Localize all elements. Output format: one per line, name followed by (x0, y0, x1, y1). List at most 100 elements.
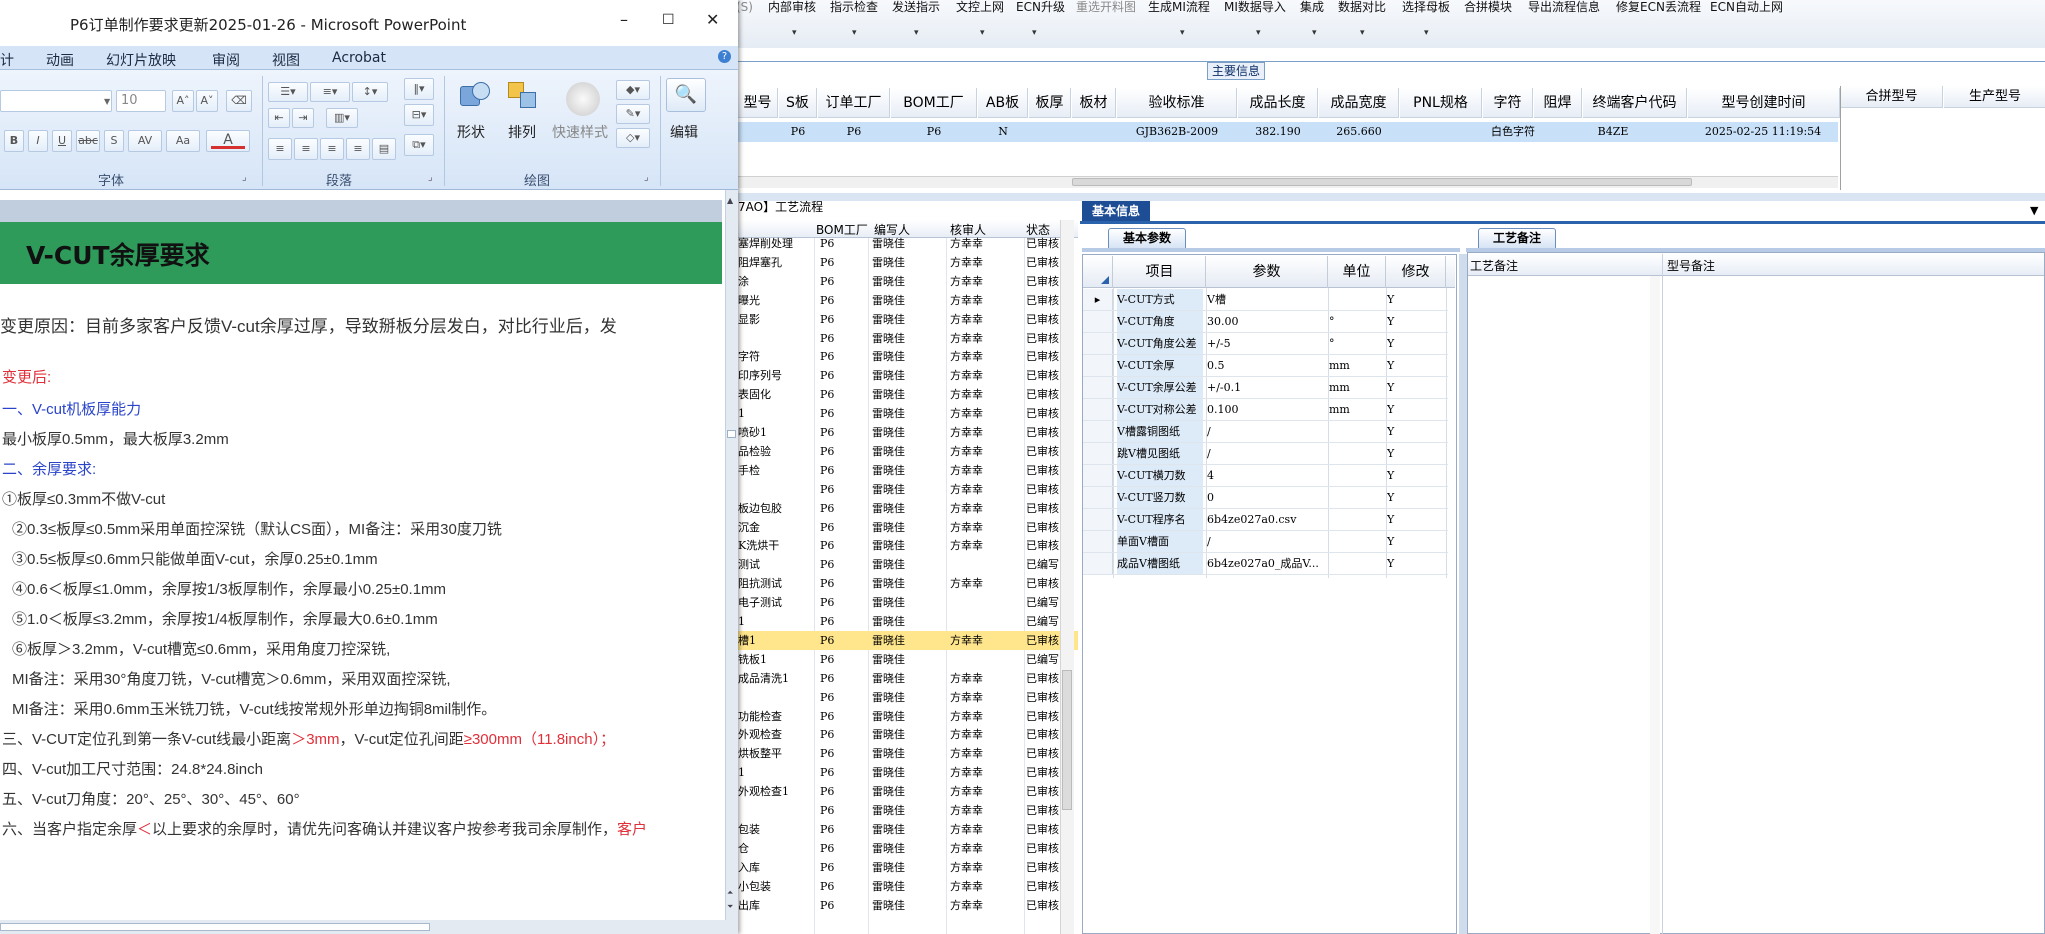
params-row[interactable]: 成品V槽图纸 6b4ze027a0_成品V... Y (1083, 553, 1448, 575)
toolbar-item-7[interactable]: 生成MI流程 (1148, 0, 1210, 15)
columns-icon[interactable]: ▥▾ (326, 108, 358, 128)
param-value[interactable]: +/-0.1 (1207, 377, 1325, 398)
flow-row[interactable]: 电子测试 P6 雷晓佳 已编写 (738, 593, 1078, 612)
shrink-font-icon[interactable]: A˅ (196, 90, 218, 112)
horizontal-splitter[interactable] (738, 193, 2045, 201)
flow-row[interactable]: 品检验 P6 雷晓佳 方幸幸 已审核 (738, 442, 1078, 461)
strikethrough-icon[interactable]: abc (76, 130, 100, 152)
flow-row[interactable]: 功能检查 P6 雷晓佳 方幸幸 已审核 (738, 707, 1078, 726)
minimize-icon[interactable]: – (620, 10, 628, 29)
param-value[interactable]: 0.5 (1207, 355, 1325, 376)
flow-row[interactable]: 包装 P6 雷晓佳 方幸幸 已审核 (738, 820, 1078, 839)
align-right-icon[interactable]: ≡ (320, 138, 344, 160)
text-direction-icon[interactable]: ‖▾ (404, 78, 434, 100)
process-flow-tab[interactable]: 7AO】工艺流程 (738, 198, 858, 218)
ppt-hscroll-thumb[interactable] (0, 923, 430, 931)
slide-line-9[interactable]: ⑤1.0＜板厚≤3.2mm，余厚按1/4板厚制作，余厚最大0.6±0.1mm (12, 608, 438, 629)
toolbar-item-2[interactable]: 指示检查 (830, 0, 878, 15)
param-value[interactable]: 0.100 (1207, 399, 1325, 420)
flow-row[interactable]: P6 雷晓佳 方幸幸 已审核 (738, 688, 1078, 707)
header-row-cell[interactable]: P6 (779, 123, 817, 141)
flow-row[interactable]: 小包装 P6 雷晓佳 方幸幸 已审核 (738, 877, 1078, 896)
flow-row[interactable]: 阻焊塞孔 P6 雷晓佳 方幸幸 已审核 (738, 253, 1078, 272)
next-slide-icon[interactable]: ⏷ (727, 902, 733, 912)
paragraph-dialog-launcher-icon[interactable]: ⌟ (428, 172, 433, 183)
params-row[interactable]: V-CUT余厚 0.5 mm Y (1083, 355, 1448, 377)
header-col-5[interactable]: 板厚 (1029, 88, 1071, 118)
flow-row[interactable]: 铣板1 P6 雷晓佳 已编写 (738, 650, 1078, 669)
flow-row[interactable]: 1 P6 雷晓佳 已编写 (738, 612, 1078, 631)
flow-row[interactable]: 印序列号 P6 雷晓佳 方幸幸 已审核 (738, 366, 1078, 385)
flow-row[interactable]: 1 P6 雷晓佳 方幸幸 已审核 (738, 763, 1078, 782)
header-col-6[interactable]: 板材 (1072, 88, 1116, 118)
param-value[interactable]: 4 (1207, 465, 1325, 486)
slide-line-6[interactable]: ②0.3≤板厚≤0.5mm采用单面控深铣（默认CS面），MI备注：采用30度刀铣 (12, 518, 502, 539)
toolbar-dropdown-icon[interactable]: ▾ (852, 28, 857, 38)
toolbar-dropdown-icon[interactable]: ▾ (980, 28, 985, 38)
help-icon[interactable]: ? (718, 50, 731, 63)
param-value[interactable]: +/-5 (1207, 333, 1325, 354)
toolbar-item-12[interactable]: 合拼模块 (1464, 0, 1512, 15)
vertical-splitter[interactable] (1459, 254, 1467, 934)
distribute-icon[interactable]: ▤ (372, 138, 396, 160)
toolbar-item-8[interactable]: MI数据导入 (1224, 0, 1286, 15)
slide-line-11[interactable]: MI备注：采用30°角度刀铣，V-cut槽宽＞0.6mm，采用双面控深铣, (12, 668, 451, 689)
align-left-icon[interactable]: ≡ (268, 138, 292, 160)
slide-line-13[interactable]: 三、V-CUT定位孔到第一条V-cut线最小距离＞3mm，V-cut定位孔间距≥… (2, 728, 615, 749)
clear-format-icon[interactable]: ⌫ (226, 90, 252, 112)
tab-slideshow[interactable]: 幻灯片放映 (106, 50, 176, 70)
params-row[interactable]: 单面V槽面 / Y (1083, 531, 1448, 553)
align-text-icon[interactable]: ⊟▾ (404, 104, 434, 126)
toolbar-dropdown-icon[interactable]: ▾ (914, 28, 919, 38)
tab-design[interactable]: 计 (0, 50, 14, 70)
flow-row[interactable]: K洗烘干 P6 雷晓佳 方幸幸 已审核 (738, 536, 1078, 555)
flow-row[interactable]: 仓 P6 雷晓佳 方幸幸 已审核 (738, 839, 1078, 858)
slide-line-4[interactable]: 二、余厚要求: (2, 458, 96, 479)
font-name-combo[interactable] (0, 90, 112, 112)
process-flow-vscroll-thumb[interactable] (1062, 670, 1072, 810)
header-col-10[interactable]: PNL规格 (1400, 88, 1482, 118)
flow-row[interactable]: 字符 P6 雷晓佳 方幸幸 已审核 (738, 347, 1078, 366)
header-col-7[interactable]: 验收标准 (1117, 88, 1237, 118)
close-icon[interactable]: ✕ (706, 10, 719, 29)
slide-line-2[interactable]: 一、V-cut机板厚能力 (2, 398, 141, 419)
tab-process-memo[interactable]: 工艺备注 (1478, 228, 1556, 248)
scroll-up-icon[interactable]: ▲ (727, 196, 733, 205)
slide-line-0[interactable]: 变更原因：目前多家客户反馈V-cut余厚过厚，导致掰板分层发白，对比行业后，发 (0, 312, 617, 337)
quick-styles-button[interactable]: 快速样式 (552, 122, 608, 142)
flow-row[interactable]: 槽1 P6 雷晓佳 方幸幸 已审核 (738, 630, 1078, 650)
param-value[interactable]: / (1207, 443, 1325, 464)
bold-icon[interactable]: B (4, 130, 24, 152)
font-name-dropdown-icon[interactable]: ▼ (104, 97, 110, 106)
flow-row[interactable]: P6 雷晓佳 方幸幸 已审核 (738, 480, 1078, 499)
header-col-13[interactable]: 终端客户代码 (1583, 88, 1687, 118)
params-row[interactable]: V-CUT对称公差 0.100 mm Y (1083, 399, 1448, 421)
flow-row[interactable]: P6 雷晓佳 方幸幸 已审核 (738, 801, 1078, 820)
tab-basic-info[interactable]: 基本信息 (1082, 201, 1150, 221)
slide-line-10[interactable]: ⑥板厚＞3.2mm，V-cut槽宽≤0.6mm，采用角度刀控深铣, (12, 638, 390, 659)
tab-view[interactable]: 视图 (272, 50, 300, 70)
editing-button[interactable]: 编辑 (670, 122, 698, 142)
underline-icon[interactable]: U (52, 130, 72, 152)
memo-scrollbar[interactable] (1650, 276, 1660, 934)
flow-row[interactable]: 沉金 P6 雷晓佳 方幸幸 已审核 (738, 518, 1078, 537)
header-col-3[interactable]: BOM工厂 (891, 88, 977, 118)
flow-row[interactable]: 烘板整平 P6 雷晓佳 方幸幸 已审核 (738, 744, 1078, 763)
slide-line-8[interactable]: ④0.6＜板厚≤1.0mm，余厚按1/3板厚制作，余厚最小0.25±0.1mm (12, 578, 446, 599)
toolbar-item-13[interactable]: 导出流程信息 (1528, 0, 1600, 15)
toolbar-item-15[interactable]: ECN自动上网 (1710, 0, 1783, 15)
params-row[interactable]: V-CUT角度 30.00 ° Y (1083, 311, 1448, 333)
header-row-cell[interactable]: GJB362B-2009 (1117, 123, 1237, 141)
slide-line-7[interactable]: ③0.5≤板厚≤0.6mm只能做单面V-cut，余厚0.25±0.1mm (12, 548, 378, 569)
header-row-cell[interactable]: 白色字符 (1483, 123, 1543, 141)
ppt-vscrollbar[interactable] (725, 190, 738, 924)
line-spacing-icon[interactable]: ↕▾ (352, 82, 388, 102)
toolbar-item-14[interactable]: 修复ECN丢流程 (1616, 0, 1701, 15)
toolbar-item-3[interactable]: 发送指示 (892, 0, 940, 15)
params-row[interactable]: 跳V槽见图纸 / Y (1083, 443, 1448, 465)
header-row-cell[interactable]: N (978, 123, 1028, 141)
numbering-icon[interactable]: ≡▾ (310, 82, 350, 102)
params-row[interactable]: V槽露铜图纸 / Y (1083, 421, 1448, 443)
header-row-cell[interactable]: 265.660 (1319, 123, 1399, 141)
font-dialog-launcher-icon[interactable]: ⌟ (242, 172, 247, 183)
